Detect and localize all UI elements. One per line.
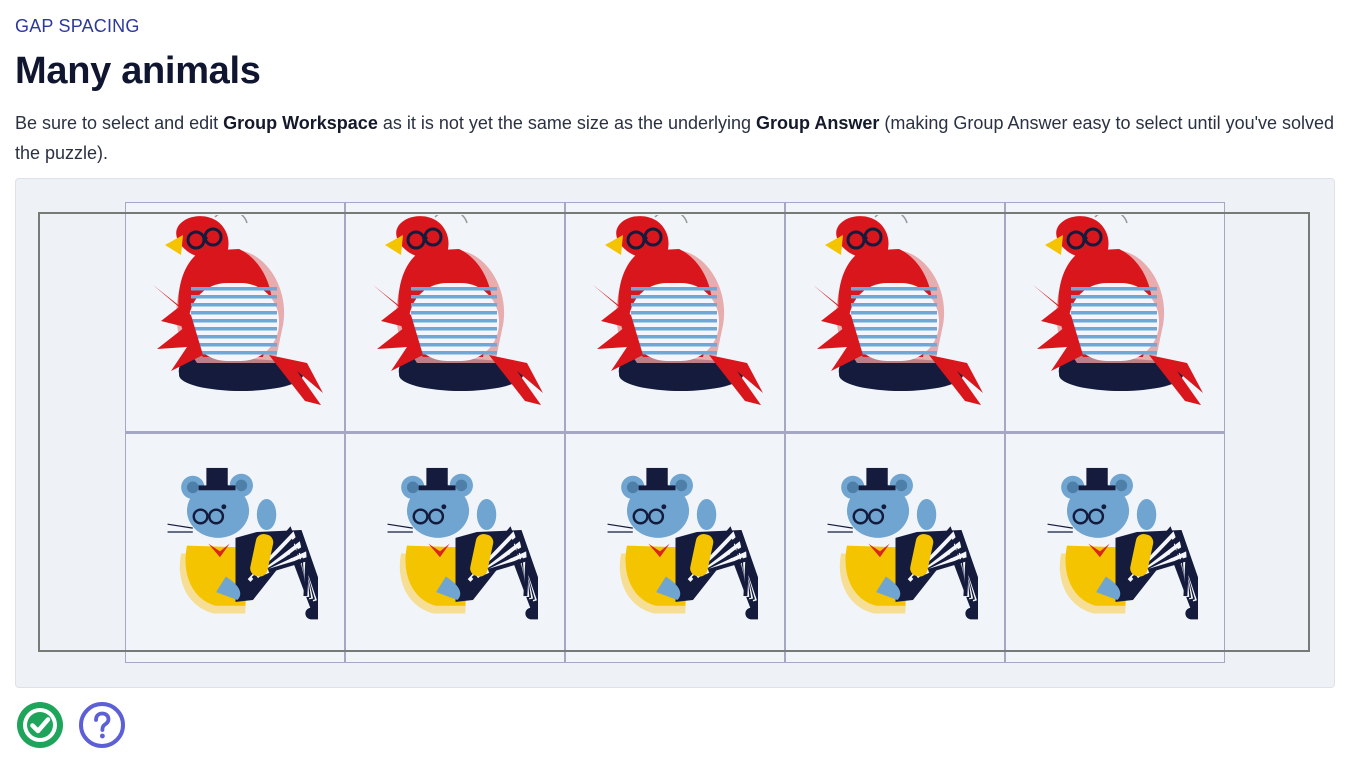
instructions: Be sure to select and edit Group Workspa… — [15, 108, 1335, 168]
instructions-text-1: Be sure to select and edit — [15, 113, 224, 133]
instructions-bold-answer: Group Answer — [756, 113, 880, 133]
group-workspace[interactable] — [38, 212, 1310, 652]
help-button[interactable] — [79, 702, 125, 748]
check-button[interactable] — [17, 702, 63, 748]
page-title: Many animals — [15, 50, 261, 92]
instructions-text-2: as it is not yet the same size as the un… — [377, 113, 757, 133]
instructions-bold-workspace: Group Workspace — [223, 113, 378, 133]
eyebrow-label: GAP SPACING — [15, 16, 140, 36]
question-circle-icon — [94, 711, 111, 739]
check-circle-icon — [23, 708, 57, 742]
